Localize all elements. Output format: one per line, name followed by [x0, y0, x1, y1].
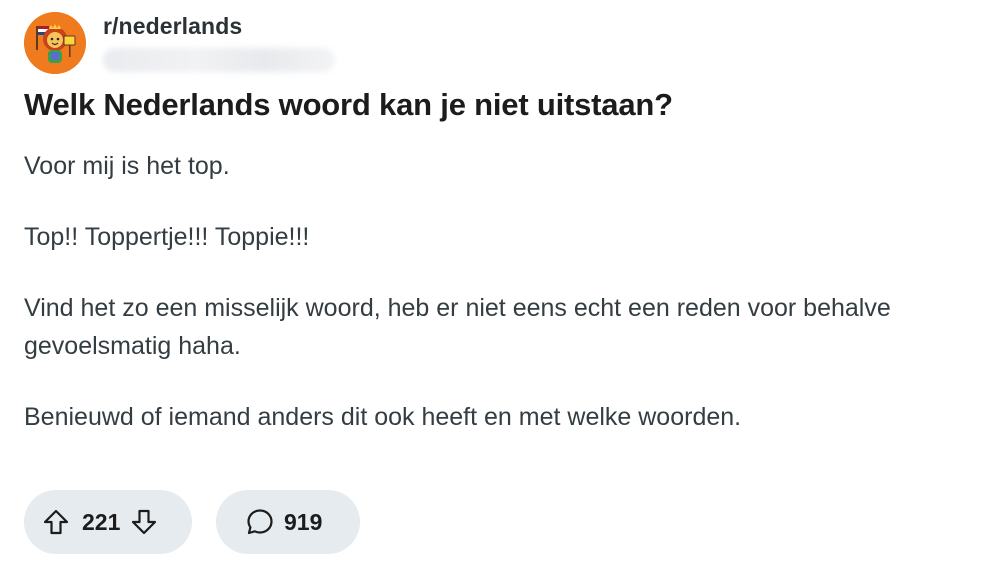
- vote-score: 221: [82, 508, 121, 535]
- upvote-button[interactable]: [36, 502, 76, 542]
- comment-count: 919: [284, 508, 323, 535]
- post-body-paragraph: Vind het zo een misselijk woord, heb er …: [24, 294, 891, 360]
- arrow-down-icon: [132, 509, 157, 535]
- post-body-paragraph: Top!! Toppertje!!! Toppie!!!: [24, 223, 310, 251]
- lion-mascot-icon: [24, 12, 86, 74]
- vote-bar: 221: [24, 490, 192, 554]
- reddit-post: r/nederlands Welk Nederlands woord kan j…: [0, 0, 990, 568]
- comments-button[interactable]: 919: [216, 490, 360, 554]
- subreddit-avatar[interactable]: [24, 12, 86, 74]
- post-body: Voor mij is het top. Top!! Toppertje!!! …: [24, 147, 954, 469]
- post-body-paragraph: Benieuwd of iemand anders dit ook heeft …: [24, 403, 742, 431]
- redacted-post-meta: [103, 48, 335, 72]
- downvote-button[interactable]: [124, 502, 164, 542]
- post-body-paragraph: Voor mij is het top.: [24, 152, 230, 180]
- arrow-up-icon: [43, 509, 69, 535]
- post-title[interactable]: Welk Nederlands woord kan je niet uitsta…: [24, 87, 673, 123]
- subreddit-name[interactable]: r/nederlands: [103, 13, 242, 40]
- speech-bubble-icon: [243, 505, 277, 539]
